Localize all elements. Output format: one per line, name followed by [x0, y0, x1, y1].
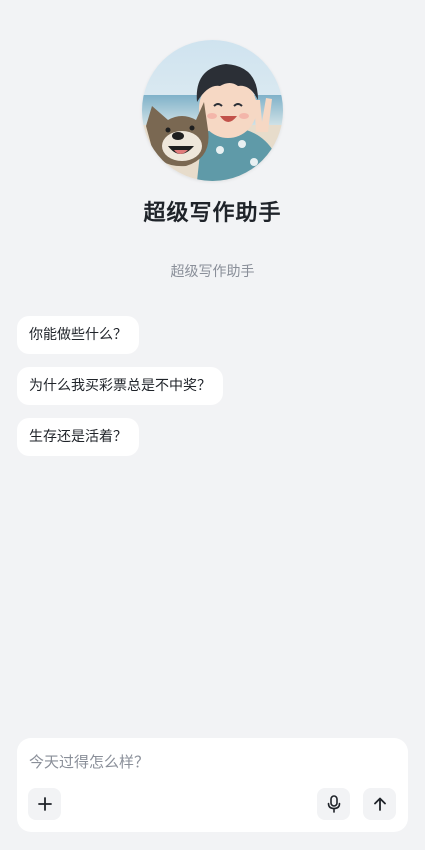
suggestion-list: 你能做些什么？ 为什么我买彩票总是不中奖？ 生存还是活着？ — [17, 316, 223, 469]
assistant-avatar — [142, 40, 283, 181]
voice-input-button[interactable] — [317, 788, 350, 820]
microphone-icon — [327, 795, 340, 813]
assistant-title: 超级写作助手 — [143, 201, 282, 226]
message-composer — [17, 738, 408, 832]
add-attachment-button[interactable] — [28, 788, 61, 820]
suggestion-chip[interactable]: 为什么我买彩票总是不中奖？ — [17, 367, 223, 405]
message-input[interactable] — [29, 750, 389, 774]
suggestion-chip[interactable]: 你能做些什么？ — [17, 316, 139, 354]
assistant-subtitle: 超级写作助手 — [170, 264, 255, 280]
send-button[interactable] — [363, 788, 396, 820]
suggestion-chip[interactable]: 生存还是活着？ — [17, 418, 139, 456]
plus-icon — [37, 797, 52, 811]
arrow-up-icon — [373, 797, 386, 811]
